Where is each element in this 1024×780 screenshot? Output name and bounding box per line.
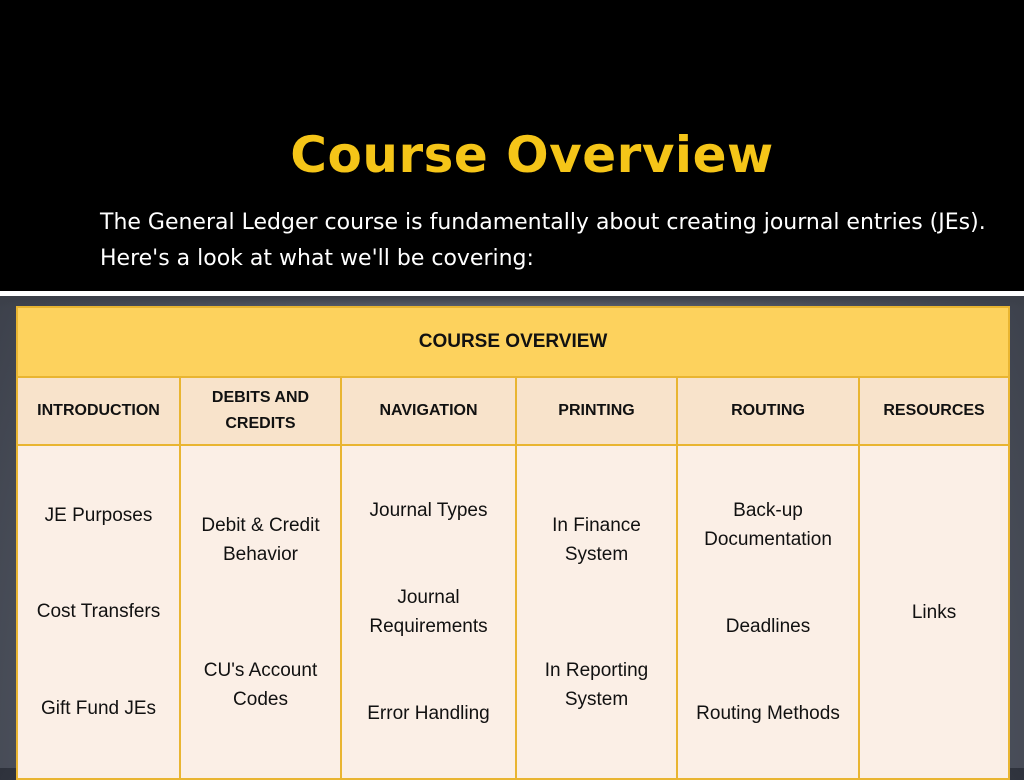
list-item: Debit & Credit Behavior bbox=[201, 514, 320, 565]
list-item: Cost Transfers bbox=[36, 601, 161, 623]
column-header-debits-and-credits: DEBITS AND CREDITS bbox=[179, 376, 342, 446]
column-header-printing: PRINTING bbox=[515, 376, 678, 446]
list-item: In Reporting System bbox=[544, 659, 649, 710]
list-item: Journal Types bbox=[369, 500, 488, 521]
list-item: Back-up Documentation bbox=[704, 500, 832, 550]
list-item: JE Purposes bbox=[44, 504, 153, 526]
column-header-routing: ROUTING bbox=[676, 376, 860, 446]
column-introduction: JE Purposes Cost Transfers Gift Fund JEs bbox=[16, 444, 181, 780]
list-item: Deadlines bbox=[725, 616, 811, 637]
column-debits-and-credits: Debit & Credit Behavior CU's Account Cod… bbox=[179, 444, 342, 780]
column-header-navigation: NAVIGATION bbox=[340, 376, 517, 446]
column-header-resources: RESOURCES bbox=[857, 376, 1011, 446]
list-item: Links bbox=[911, 601, 957, 623]
list-item: Gift Fund JEs bbox=[40, 698, 157, 720]
list-item: In Finance System bbox=[552, 514, 641, 565]
column-printing: In Finance System In Reporting System bbox=[515, 444, 678, 780]
column-navigation: Journal Types Journal Requirements Error… bbox=[340, 444, 517, 780]
slide-subtitle: The General Ledger course is fundamental… bbox=[100, 210, 986, 271]
list-item: CU's Account Codes bbox=[203, 659, 318, 710]
list-item: Journal Requirements bbox=[369, 587, 488, 637]
table-heading: COURSE OVERVIEW bbox=[15, 306, 1011, 378]
column-header-label: DEBITS AND CREDITS bbox=[211, 389, 310, 432]
course-overview-table: COURSE OVERVIEW INTRODUCTION DEBITS AND … bbox=[15, 306, 1011, 780]
column-resources: Links bbox=[857, 444, 1011, 780]
column-header-introduction: INTRODUCTION bbox=[16, 376, 181, 446]
slide-title: Course Overview bbox=[290, 126, 774, 184]
column-routing: Back-up Documentation Deadlines Routing … bbox=[676, 444, 860, 780]
list-item: Error Handling bbox=[367, 703, 490, 724]
list-item: Routing Methods bbox=[696, 703, 840, 724]
